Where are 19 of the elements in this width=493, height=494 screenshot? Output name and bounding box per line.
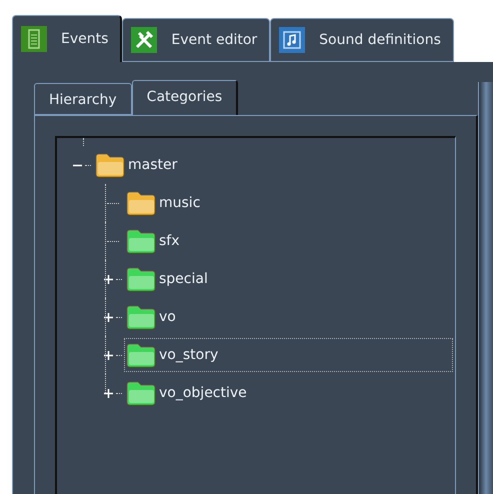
tools-icon	[131, 27, 158, 53]
tree-item[interactable]: music	[124, 186, 206, 220]
tree-item[interactable]: special	[124, 262, 213, 296]
expand-icon[interactable]	[104, 350, 113, 360]
expand-icon[interactable]	[104, 312, 113, 322]
tab[interactable]: Sound definitions	[270, 18, 454, 62]
tab[interactable]: Events	[12, 15, 122, 62]
tree-item[interactable]: vo	[124, 300, 181, 334]
tree-item[interactable]: master	[93, 148, 182, 182]
tree-item[interactable]: sfx	[124, 224, 185, 258]
expand-icon[interactable]	[104, 274, 113, 284]
tree-item[interactable]: vo_objective	[124, 376, 252, 410]
tree-item[interactable]: vo_story	[124, 338, 453, 372]
music-note-icon	[279, 27, 306, 53]
expand-icon[interactable]	[104, 388, 113, 398]
list-icon	[21, 26, 47, 52]
tab[interactable]: Event editor	[122, 18, 270, 62]
subtab[interactable]: Categories	[132, 80, 238, 115]
subtab[interactable]: Hierarchy	[34, 83, 132, 115]
